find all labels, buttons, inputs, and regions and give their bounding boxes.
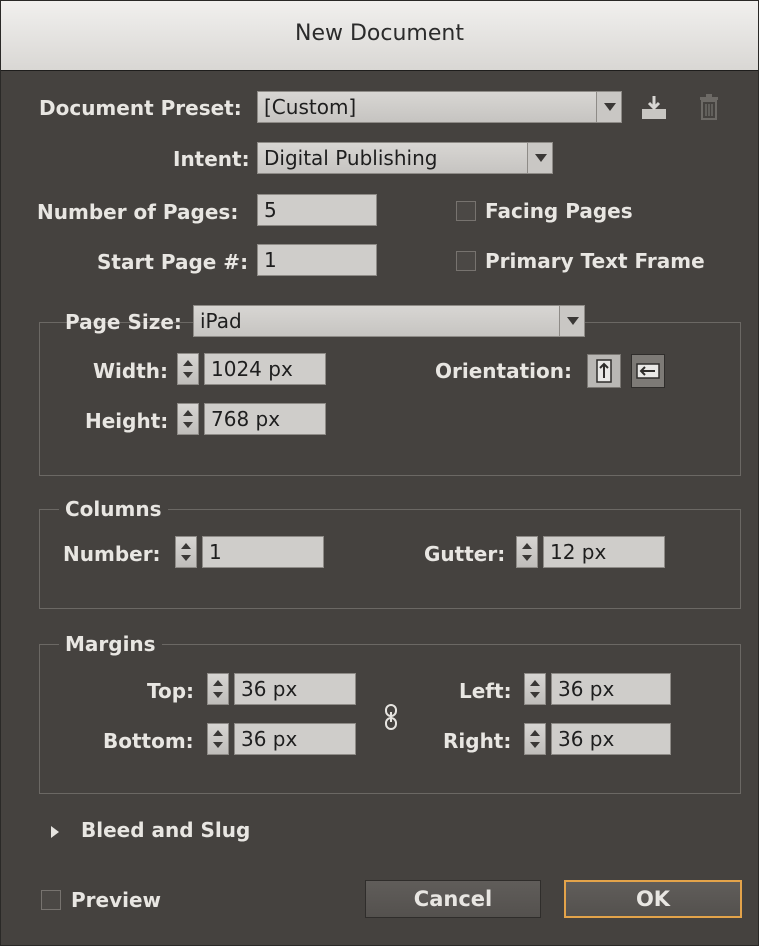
margin-right-stepper[interactable] [524, 723, 546, 755]
width-stepper[interactable] [177, 353, 199, 385]
landscape-icon [636, 363, 660, 379]
primary-text-frame-checkbox[interactable] [456, 251, 476, 271]
columns-number-input[interactable]: 1 [202, 536, 324, 568]
new-document-dialog: New Document Document Preset: [Custom] I… [0, 0, 759, 946]
margin-bottom-input[interactable]: 36 px [234, 723, 356, 755]
document-preset-value: [Custom] [264, 95, 357, 119]
cancel-button[interactable]: Cancel [365, 880, 541, 918]
columns-title: Columns [59, 497, 168, 521]
margin-right-input[interactable]: 36 px [551, 723, 671, 755]
document-preset-select[interactable]: [Custom] [257, 91, 622, 123]
margin-left-input[interactable]: 36 px [551, 673, 671, 705]
preview-checkbox[interactable] [41, 890, 61, 910]
portrait-orientation-button[interactable] [587, 354, 621, 388]
number-of-pages-label: Number of Pages: [37, 200, 239, 224]
dialog-title: New Document [295, 21, 464, 46]
ok-button[interactable]: OK [564, 880, 742, 918]
facing-pages-label: Facing Pages [485, 199, 633, 223]
columns-number-label: Number: [63, 542, 161, 566]
margin-right-label: Right: [443, 729, 512, 753]
number-of-pages-input[interactable]: 5 [257, 194, 377, 226]
disclosure-triangle-icon[interactable] [49, 824, 61, 838]
margin-bottom-stepper[interactable] [207, 723, 229, 755]
height-stepper[interactable] [177, 403, 199, 435]
page-size-select[interactable]: iPad [193, 305, 585, 337]
intent-value: Digital Publishing [264, 146, 438, 170]
chain-link-icon[interactable] [383, 703, 399, 731]
gutter-label: Gutter: [424, 542, 506, 566]
portrait-icon [596, 359, 612, 383]
chevron-down-icon [527, 143, 552, 173]
start-page-input[interactable]: 1 [257, 244, 377, 276]
primary-text-frame-label: Primary Text Frame [485, 249, 705, 273]
page-size-group [39, 322, 741, 476]
margin-bottom-label: Bottom: [103, 729, 194, 753]
width-label: Width: [93, 359, 169, 383]
margin-top-label: Top: [147, 679, 195, 703]
width-input[interactable]: 1024 px [204, 353, 326, 385]
intent-label: Intent: [173, 147, 250, 171]
height-label: Height: [85, 409, 169, 433]
margins-title: Margins [59, 632, 162, 656]
save-preset-icon[interactable] [639, 95, 669, 121]
columns-number-stepper[interactable] [175, 536, 197, 568]
height-input[interactable]: 768 px [204, 403, 326, 435]
landscape-orientation-button[interactable] [631, 354, 665, 388]
chevron-down-icon [559, 306, 584, 336]
preview-label: Preview [71, 888, 162, 912]
document-preset-label: Document Preset: [39, 96, 242, 120]
start-page-label: Start Page #: [97, 250, 249, 274]
page-size-value: iPad [200, 309, 242, 333]
gutter-stepper[interactable] [516, 536, 538, 568]
gutter-input[interactable]: 12 px [543, 536, 665, 568]
facing-pages-checkbox[interactable] [456, 201, 476, 221]
orientation-label: Orientation: [435, 359, 572, 383]
trash-icon[interactable] [698, 93, 720, 121]
margin-top-stepper[interactable] [207, 673, 229, 705]
margin-top-input[interactable]: 36 px [234, 673, 356, 705]
margin-left-stepper[interactable] [524, 673, 546, 705]
chevron-down-icon [596, 92, 621, 122]
margin-left-label: Left: [459, 679, 512, 703]
intent-select[interactable]: Digital Publishing [257, 142, 553, 174]
bleed-and-slug-toggle[interactable]: Bleed and Slug [81, 818, 250, 842]
page-size-label: Page Size: [65, 310, 182, 334]
title-bar[interactable]: New Document [1, 1, 758, 71]
